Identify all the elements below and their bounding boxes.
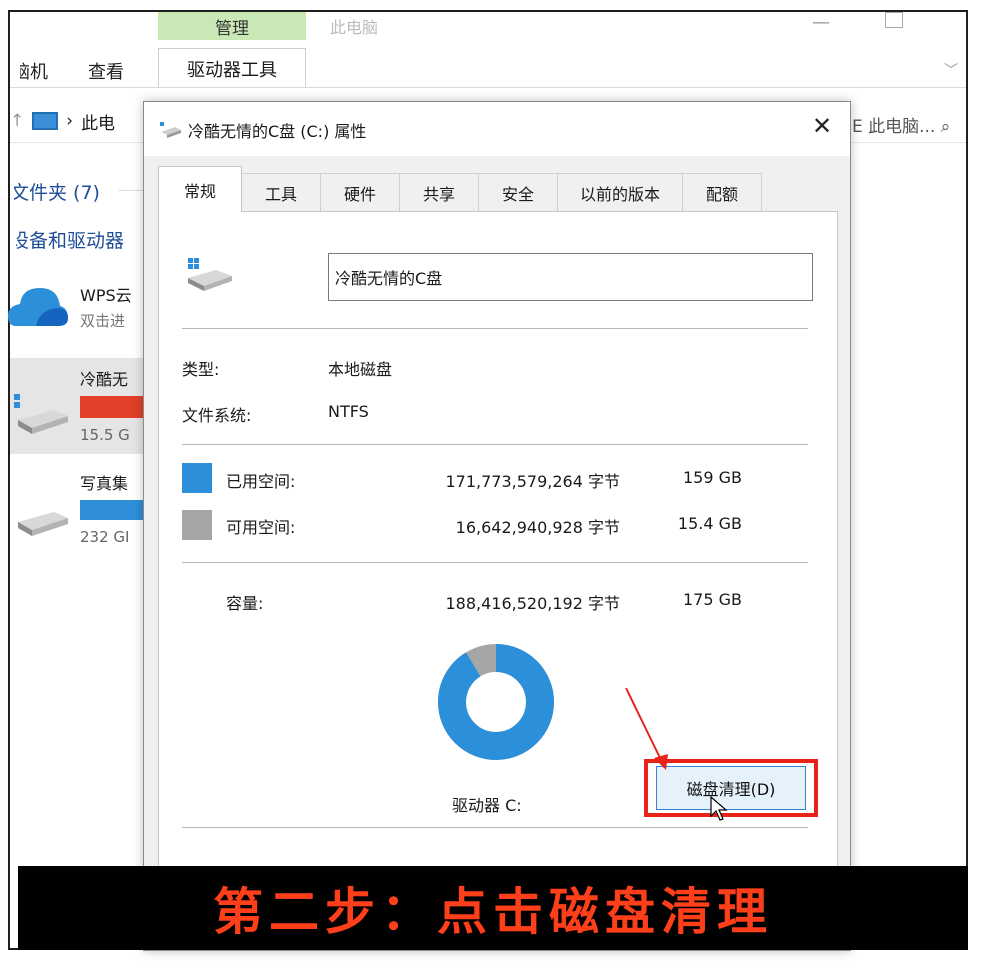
- tab-panel-general: [158, 211, 838, 950]
- tab-security[interactable]: 安全: [478, 173, 558, 211]
- maximize-icon[interactable]: [885, 12, 903, 28]
- type-value: 本地磁盘: [328, 360, 393, 379]
- dialog-title: 冷酷无情的C盘 (C:) 属性: [188, 122, 367, 141]
- drive-name-input[interactable]: [328, 253, 813, 301]
- photo-drive-size-text: 232 GI: [80, 528, 130, 546]
- caption-banner: 第二步：点击磁盘清理: [18, 866, 968, 950]
- monitor-icon: [32, 112, 59, 130]
- separator: [182, 328, 808, 329]
- drive-icon: [18, 512, 68, 536]
- address-bar[interactable]: ↑ › 此电: [10, 104, 150, 138]
- ribbon-divider: [10, 87, 966, 88]
- ribbon-tab-view[interactable]: 查看: [88, 58, 124, 84]
- tab-previous-versions[interactable]: 以前的版本: [557, 173, 683, 211]
- window-title: 此电脑: [330, 18, 379, 37]
- drive-icon: [14, 394, 68, 434]
- photo-drive-usage-bar: [80, 500, 150, 520]
- cursor-icon: [710, 796, 728, 821]
- tab-hardware[interactable]: 硬件: [320, 173, 400, 211]
- cloud-icon: [8, 288, 68, 326]
- free-space-bytes: 16,642,940,928 字节: [455, 518, 620, 537]
- photo-drive-name[interactable]: 写真集: [80, 470, 128, 494]
- drive-icon: [188, 258, 232, 291]
- free-space-swatch: [182, 510, 212, 540]
- used-space-label: 已用空间:: [226, 472, 296, 491]
- c-drive-free-text: 15.5 G: [80, 426, 130, 444]
- address-text: 此电: [81, 113, 116, 134]
- usage-donut-chart: [438, 644, 554, 760]
- filesystem-value: NTFS: [328, 402, 369, 421]
- properties-dialog: 冷酷无情的C盘 (C:) 属性 ✕ 常规 工具 硬件 共享 安全 以前的版本 配…: [143, 101, 851, 951]
- wps-drive-subtext: 双击进: [80, 312, 126, 330]
- used-space-swatch: [182, 463, 212, 493]
- filesystem-label: 文件系统:: [182, 406, 252, 425]
- drive-icon: [160, 122, 181, 138]
- chevron-down-icon[interactable]: ﹀: [944, 60, 958, 80]
- c-drive-name: 冷酷无: [80, 370, 129, 389]
- tab-quota[interactable]: 配额: [682, 173, 762, 211]
- separator: [182, 444, 808, 445]
- free-space-label: 可用空间:: [226, 518, 296, 537]
- close-icon[interactable]: ✕: [812, 112, 832, 140]
- separator: [182, 562, 808, 563]
- drive-caption: 驱动器 C:: [452, 796, 522, 815]
- free-space-size: 15.4 GB: [677, 514, 742, 533]
- tab-tools[interactable]: 工具: [241, 173, 321, 211]
- donut-used-segment: [438, 644, 554, 760]
- arrow-icon: [625, 687, 668, 770]
- used-space-size: 159 GB: [683, 468, 742, 487]
- ribbon-tab-manage[interactable]: 管理: [158, 12, 306, 40]
- used-space-bytes: 171,773,579,264 字节: [445, 472, 620, 491]
- drives-group-header[interactable]: 设备和驱动器: [16, 226, 124, 253]
- tab-sharing[interactable]: 共享: [399, 173, 479, 211]
- c-drive-usage-bar: [80, 396, 150, 418]
- capacity-bytes: 188,416,520,192 字节: [445, 594, 620, 613]
- capacity-size: 175 GB: [683, 590, 742, 609]
- wps-drive-name[interactable]: WPS云: [80, 282, 132, 306]
- folders-group-header[interactable]: 文件夹 (7): [14, 178, 100, 205]
- type-label: 类型:: [182, 360, 220, 379]
- up-arrow-icon[interactable]: ↑: [10, 111, 24, 131]
- caption-text: 第二步：点击磁盘清理: [213, 883, 773, 941]
- minimize-icon[interactable]: —: [812, 12, 830, 33]
- tab-general[interactable]: 常规: [158, 166, 242, 212]
- chevron-right-icon: ›: [66, 111, 74, 131]
- search-box[interactable]: E 此电脑... ⌕: [852, 112, 950, 137]
- separator: [182, 827, 808, 828]
- capacity-label: 容量:: [226, 594, 264, 613]
- ribbon-tab-drive-tools[interactable]: 驱动器工具: [158, 48, 306, 88]
